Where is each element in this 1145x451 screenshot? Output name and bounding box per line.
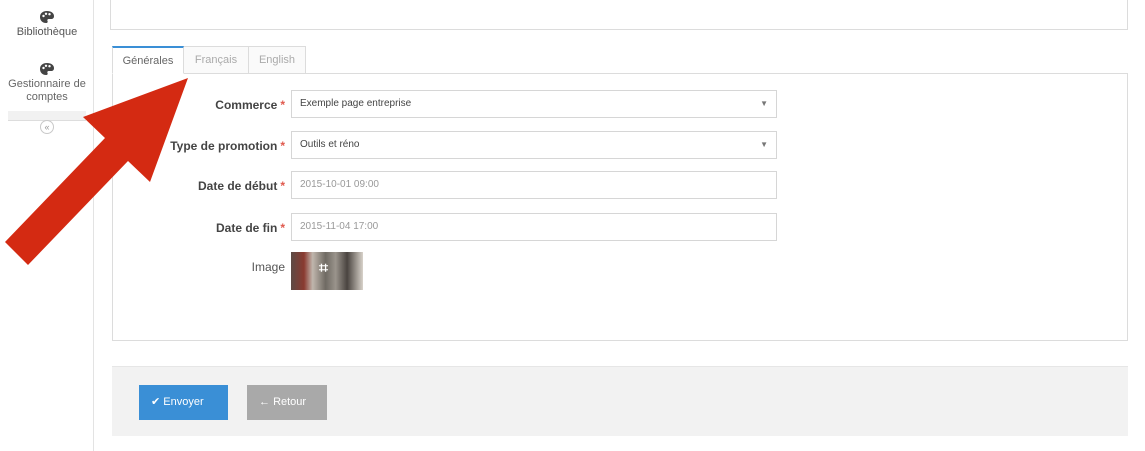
sidebar-item-library[interactable]: Bibliothèque: [0, 10, 94, 39]
commerce-label: Commerce *: [215, 98, 285, 112]
form-actions: ✔ Envoyer ← Retour: [112, 366, 1128, 436]
back-button[interactable]: ← Retour: [247, 385, 327, 420]
start-date-input[interactable]: 2015-10-01 09:00: [291, 171, 777, 199]
palette-icon: [40, 63, 54, 75]
sidebar-item-label: Bibliothèque: [16, 26, 78, 38]
send-button[interactable]: ✔ Envoyer: [139, 385, 228, 420]
required-marker: *: [280, 179, 285, 193]
chevron-down-icon: ▼: [760, 140, 768, 149]
sidebar: Bibliothèque Gestionnaire de comptes «: [0, 0, 94, 451]
end-date-label: Date de fin *: [215, 221, 285, 235]
promo-type-select[interactable]: Outils et réno ▼: [291, 131, 777, 159]
commerce-select[interactable]: Exemple page entreprise ▼: [291, 90, 777, 118]
tab-generales[interactable]: Générales: [112, 46, 184, 74]
sidebar-item-label: Gestionnaire de comptes: [8, 78, 86, 103]
chevron-down-icon: ▼: [760, 99, 768, 108]
promo-type-label: Type de promotion *: [170, 139, 285, 153]
start-date-label: Date de début *: [197, 179, 285, 193]
image-label: Image: [251, 260, 285, 274]
tab-english[interactable]: English: [248, 46, 306, 74]
sidebar-divider-stripe: [8, 111, 86, 120]
sidebar-item-accounts[interactable]: Gestionnaire de comptes: [0, 62, 94, 104]
required-marker: *: [280, 98, 285, 112]
check-icon: ✔: [151, 396, 164, 408]
arrow-left-icon: ←: [259, 396, 274, 408]
image-thumbnail[interactable]: ⌗: [291, 252, 363, 290]
end-date-input[interactable]: 2015-11-04 17:00: [291, 213, 777, 241]
required-marker: *: [280, 221, 285, 235]
top-panel: [110, 0, 1128, 30]
collapse-sidebar-icon[interactable]: «: [40, 120, 54, 134]
form-panel: Commerce * Exemple page entreprise ▼ Type…: [112, 73, 1128, 341]
palette-icon: [40, 11, 54, 23]
tab-francais[interactable]: Français: [183, 46, 249, 74]
required-marker: *: [280, 139, 285, 153]
crop-icon[interactable]: ⌗: [319, 260, 328, 278]
